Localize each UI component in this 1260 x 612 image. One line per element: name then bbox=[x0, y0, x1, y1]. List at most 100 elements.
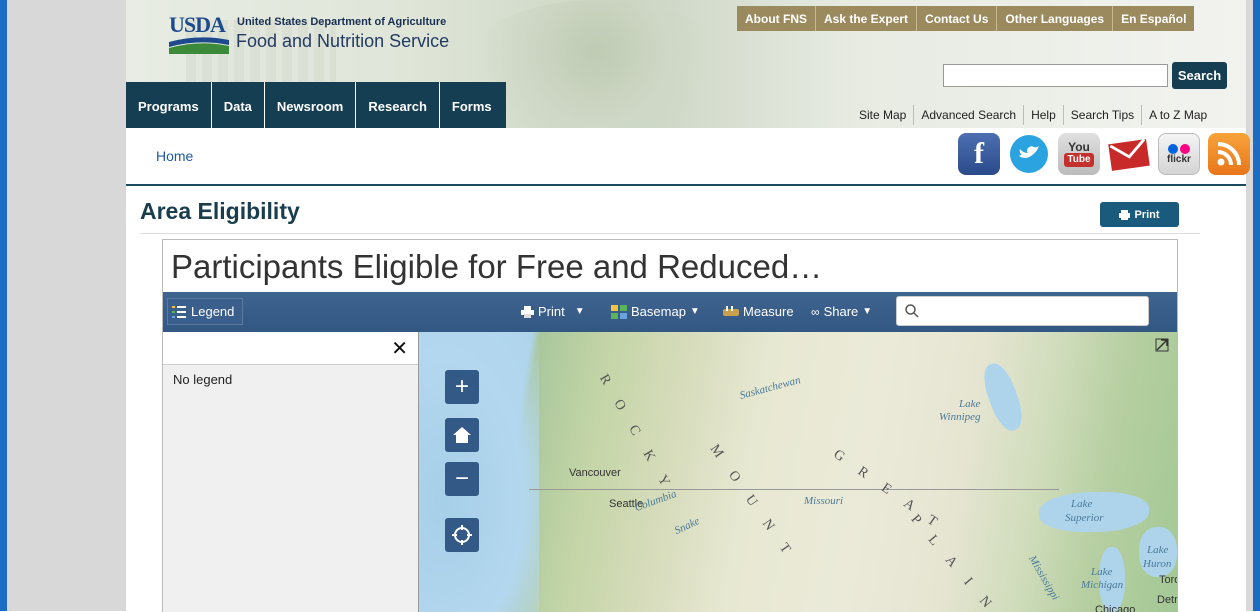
top-nav: About FNS Ask the Expert Contact Us Othe… bbox=[737, 6, 1195, 31]
title-rule bbox=[140, 233, 1200, 234]
breadcrumb-home[interactable]: Home bbox=[156, 148, 193, 164]
content-wrap: USDA United States Department of Agricul… bbox=[126, 0, 1250, 612]
printer-icon bbox=[521, 305, 534, 318]
zoom-in-button[interactable]: + bbox=[445, 370, 479, 404]
printer-icon bbox=[1119, 209, 1131, 220]
basemap-icon bbox=[611, 304, 627, 319]
measure-tool[interactable]: Measure bbox=[723, 304, 794, 319]
util-a-to-z[interactable]: A to Z Map bbox=[1141, 105, 1214, 125]
link-icon: ∞ bbox=[811, 304, 820, 319]
locate-button[interactable] bbox=[445, 518, 479, 552]
map-label-columbia: Columbia bbox=[633, 487, 679, 515]
minus-icon: − bbox=[454, 465, 469, 492]
logo-usda-text: USDA bbox=[169, 12, 226, 37]
page: USDA United States Department of Agricul… bbox=[7, 0, 1253, 612]
nav-forms[interactable]: Forms bbox=[440, 82, 506, 128]
map-label-detroit: Detr bbox=[1157, 594, 1177, 606]
measure-icon bbox=[723, 305, 739, 316]
print-button[interactable]: Print bbox=[1100, 202, 1179, 227]
logo-swoosh-icon bbox=[169, 37, 229, 54]
logo-service-name: Food and Nutrition Service bbox=[236, 31, 450, 51]
nav-newsroom[interactable]: Newsroom bbox=[265, 82, 357, 128]
window-frame-left bbox=[0, 0, 7, 611]
window-frame-right bbox=[1253, 0, 1260, 611]
map-label-lake-superior-1: Lake bbox=[1071, 498, 1093, 510]
map-app: Participants Eligible for Free and Reduc… bbox=[162, 239, 1178, 612]
zoom-out-button[interactable]: − bbox=[445, 462, 479, 496]
map-label-lake-winnipeg-2: Winnipeg bbox=[939, 411, 981, 423]
us-canada-border bbox=[529, 489, 1059, 490]
youtube-icon[interactable]: You Tube bbox=[1058, 133, 1100, 175]
util-advanced-search[interactable]: Advanced Search bbox=[913, 105, 1023, 125]
top-link-languages[interactable]: Other Languages bbox=[996, 6, 1112, 31]
site-search-input[interactable] bbox=[943, 64, 1168, 87]
map-label-missouri: Missouri bbox=[804, 495, 844, 507]
legend-panel-header: ✕ bbox=[163, 332, 418, 365]
map-label-mississippi: Mississippi bbox=[1026, 553, 1062, 603]
print-button-label: Print bbox=[1134, 208, 1160, 221]
map-print-menu[interactable]: Print ▼ bbox=[521, 304, 585, 319]
util-site-map[interactable]: Site Map bbox=[852, 105, 913, 125]
map-label-saskatchewan: Saskatchewan bbox=[738, 374, 802, 402]
site-search-button[interactable]: Search bbox=[1172, 62, 1227, 89]
map-label-snake: Snake bbox=[672, 515, 702, 537]
facebook-icon[interactable]: f bbox=[958, 133, 1000, 175]
map-canvas[interactable]: Vancouver Seattle Saskatchewan Lake Winn… bbox=[419, 332, 1177, 612]
map-label-lake-huron-1: Lake bbox=[1147, 544, 1169, 556]
map-label-lake-michigan-2: Michigan bbox=[1081, 579, 1124, 591]
map-label-lake-michigan-1: Lake bbox=[1091, 566, 1113, 578]
twitter-icon[interactable] bbox=[1008, 133, 1050, 175]
usda-logo[interactable]: USDA United States Department of Agricul… bbox=[169, 12, 469, 54]
close-icon[interactable]: ✕ bbox=[391, 336, 408, 361]
nav-research[interactable]: Research bbox=[356, 82, 440, 128]
legend-empty-text: No legend bbox=[173, 372, 233, 387]
legend-panel: ✕ No legend bbox=[163, 332, 419, 612]
locate-icon bbox=[452, 525, 472, 545]
plus-icon: + bbox=[454, 373, 469, 400]
home-button[interactable] bbox=[445, 418, 479, 452]
map-app-title: Participants Eligible for Free and Reduc… bbox=[171, 248, 823, 285]
basemap-label: Basemap bbox=[631, 304, 686, 319]
map-search-input[interactable] bbox=[896, 296, 1149, 326]
map-label-toronto: Toro bbox=[1159, 574, 1177, 586]
legend-button-label: Legend bbox=[191, 304, 235, 319]
flickr-icon[interactable]: flickr bbox=[1158, 133, 1200, 175]
map-label-great: G R E A T bbox=[830, 447, 947, 535]
search-icon bbox=[905, 304, 919, 318]
map-label-lake-superior-2: Superior bbox=[1065, 512, 1104, 524]
map-label-lake-huron-2: Huron bbox=[1143, 558, 1172, 570]
legend-button[interactable]: Legend bbox=[167, 298, 243, 325]
pacific-ocean bbox=[419, 332, 539, 612]
map-label-plains: P L A I N bbox=[907, 512, 1000, 612]
util-help[interactable]: Help bbox=[1023, 105, 1063, 125]
top-link-contact[interactable]: Contact Us bbox=[916, 6, 996, 31]
top-link-ask-expert[interactable]: Ask the Expert bbox=[815, 6, 916, 31]
lake-winnipeg bbox=[977, 359, 1029, 435]
map-print-label: Print bbox=[538, 304, 565, 319]
rss-icon[interactable] bbox=[1208, 133, 1250, 175]
utility-nav: Site Map Advanced Search Help Search Tip… bbox=[852, 105, 1214, 125]
top-link-espanol[interactable]: En Español bbox=[1112, 6, 1194, 31]
map-label-mountains: M O U N T bbox=[706, 442, 798, 563]
map-toolbar: Legend Print ▼ Basemap ▼ Measure ∞ Share… bbox=[163, 292, 1177, 332]
email-icon[interactable] bbox=[1108, 133, 1150, 175]
chevron-down-icon: ▼ bbox=[574, 306, 585, 317]
legend-icon bbox=[172, 305, 186, 318]
share-label: Share bbox=[823, 304, 859, 319]
nav-programs[interactable]: Programs bbox=[126, 82, 212, 128]
expand-icon[interactable] bbox=[1155, 338, 1169, 352]
nav-data[interactable]: Data bbox=[212, 82, 265, 128]
basemap-menu[interactable]: Basemap ▼ bbox=[611, 304, 700, 319]
top-link-about[interactable]: About FNS bbox=[737, 6, 815, 31]
chevron-down-icon: ▼ bbox=[862, 306, 873, 317]
measure-label: Measure bbox=[743, 304, 794, 319]
map-label-lake-winnipeg-1: Lake bbox=[959, 398, 981, 410]
page-title: Area Eligibility bbox=[140, 198, 300, 224]
social-links: f You Tube flickr bbox=[958, 133, 1250, 175]
home-icon bbox=[453, 427, 471, 443]
logo-department: United States Department of Agriculture bbox=[237, 16, 447, 28]
chevron-down-icon: ▼ bbox=[689, 306, 700, 317]
header-rule bbox=[126, 184, 1246, 186]
share-menu[interactable]: ∞ Share ▼ bbox=[811, 304, 872, 319]
util-search-tips[interactable]: Search Tips bbox=[1062, 105, 1141, 125]
